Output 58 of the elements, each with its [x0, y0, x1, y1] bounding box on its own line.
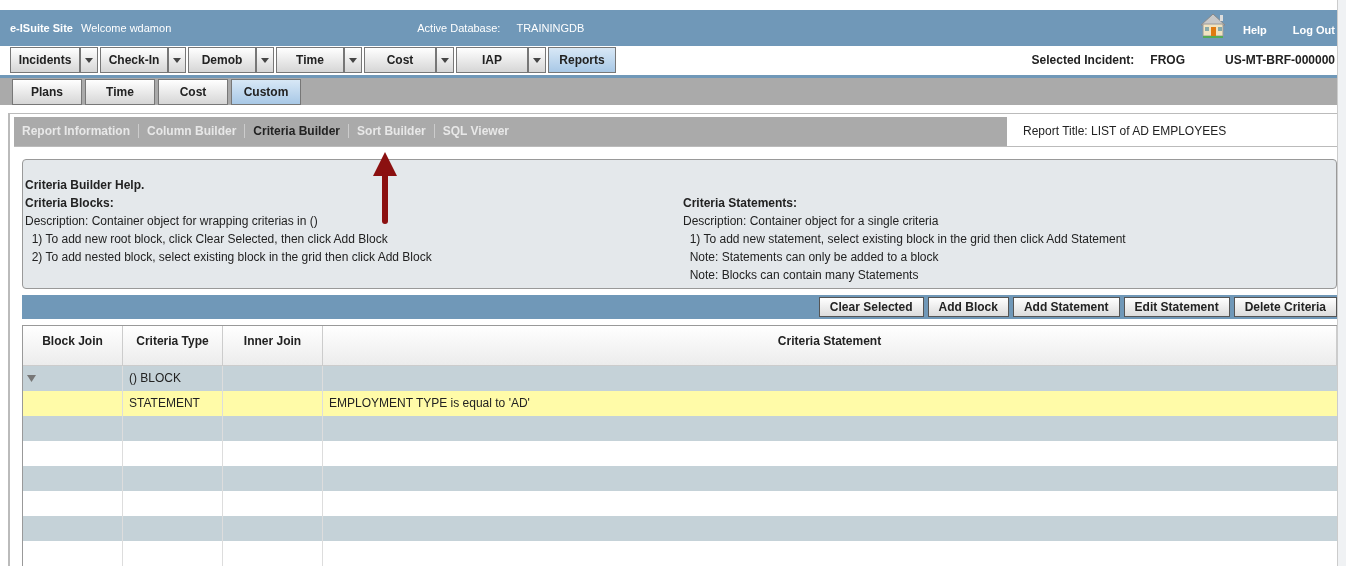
toolbar-button[interactable]: Clear Selected — [818, 297, 924, 317]
caret-icon — [441, 57, 449, 63]
column-header: Criteria Statement — [323, 326, 1337, 365]
dropdown-button[interactable] — [256, 47, 274, 74]
caret-icon — [173, 57, 181, 63]
sub-menu-button[interactable]: Cost — [158, 78, 228, 105]
welcome-text: Welcome wdamon — [80, 20, 172, 36]
table-cell-text: EMPLOYMENT TYPE is equal to 'AD' — [329, 395, 530, 413]
caret-icon — [533, 57, 541, 63]
toolbar-button[interactable]: Delete Criteria — [1233, 297, 1337, 317]
help-heading: Criteria Statements: — [683, 195, 799, 212]
site-title: e-ISuite Site — [10, 20, 73, 36]
help-line: Note: Statements can only be added to a block — [688, 249, 940, 266]
sub-menu-button[interactable]: Plans — [12, 78, 82, 105]
dropdown-button[interactable] — [168, 47, 186, 74]
table-cell-text: STATEMENT — [129, 395, 200, 413]
incident-name: FROG — [1150, 52, 1185, 70]
column-header: Block Join — [23, 326, 123, 365]
help-line: 2) To add nested block, select existing block in the grid then click Add Block — [30, 249, 433, 266]
sub-menu-button[interactable]: Custom — [231, 78, 301, 105]
sub-menu-button[interactable]: Time — [85, 78, 155, 105]
database-label: Active Database: — [417, 20, 501, 36]
help-line: 1) To add new statement, select existing block in the grid then click Add Statement — [688, 231, 1126, 248]
toolbar-button[interactable]: Edit Statement — [1123, 297, 1230, 317]
help-line: Note: Blocks can contain many Statements — [688, 267, 920, 284]
column-header: Inner Join — [223, 326, 323, 365]
dropdown-button[interactable] — [528, 47, 546, 74]
menu-button[interactable]: Reports — [548, 47, 616, 74]
menu-button[interactable]: IAP — [456, 47, 528, 74]
incident-number: US-MT-BRF-000000 — [1224, 52, 1335, 70]
column-header: Criteria Type — [123, 326, 223, 365]
menu-button[interactable]: Check-In — [100, 47, 168, 74]
house-icon[interactable] — [1199, 12, 1227, 39]
selected-incident-label: Selected Incident: — [1031, 52, 1135, 70]
caret-icon — [349, 57, 357, 63]
expand-arrow-icon[interactable] — [27, 375, 36, 382]
menu-button[interactable]: Demob — [188, 47, 256, 74]
table-row[interactable]: () BLOCK — [23, 366, 1337, 391]
database-name: TRAININGDB — [516, 20, 585, 36]
menu-button[interactable]: Time — [276, 47, 344, 74]
dropdown-button[interactable] — [80, 47, 98, 74]
menu-button[interactable]: Incidents — [10, 47, 80, 74]
dropdown-button[interactable] — [436, 47, 454, 74]
menu-button[interactable]: Cost — [364, 47, 436, 74]
table-cell-text: () BLOCK — [129, 370, 181, 388]
help-line: Description: Container object for a single criteria — [683, 213, 940, 230]
caret-icon — [261, 57, 269, 63]
help-line: Description: Container object for wrapping criterias in () — [25, 213, 319, 230]
help-title: Criteria Builder Help. — [25, 177, 146, 194]
caret-icon — [85, 57, 93, 63]
report-title: Report Title: LIST of AD EMPLOYEES — [1022, 123, 1227, 141]
builder-tab[interactable]: Criteria Builder — [253, 122, 341, 141]
toolbar-button[interactable]: Add Statement — [1012, 297, 1120, 317]
toolbar-button[interactable]: Add Block — [927, 297, 1009, 317]
table-row[interactable]: STATEMENT EMPLOYMENT TYPE is equal to 'AD' — [23, 391, 1337, 416]
dropdown-button[interactable] — [344, 47, 362, 74]
help-heading: Criteria Blocks: — [25, 195, 115, 212]
help-line: 1) To add new root block, click Clear Selected, then click Add Block — [30, 231, 389, 248]
